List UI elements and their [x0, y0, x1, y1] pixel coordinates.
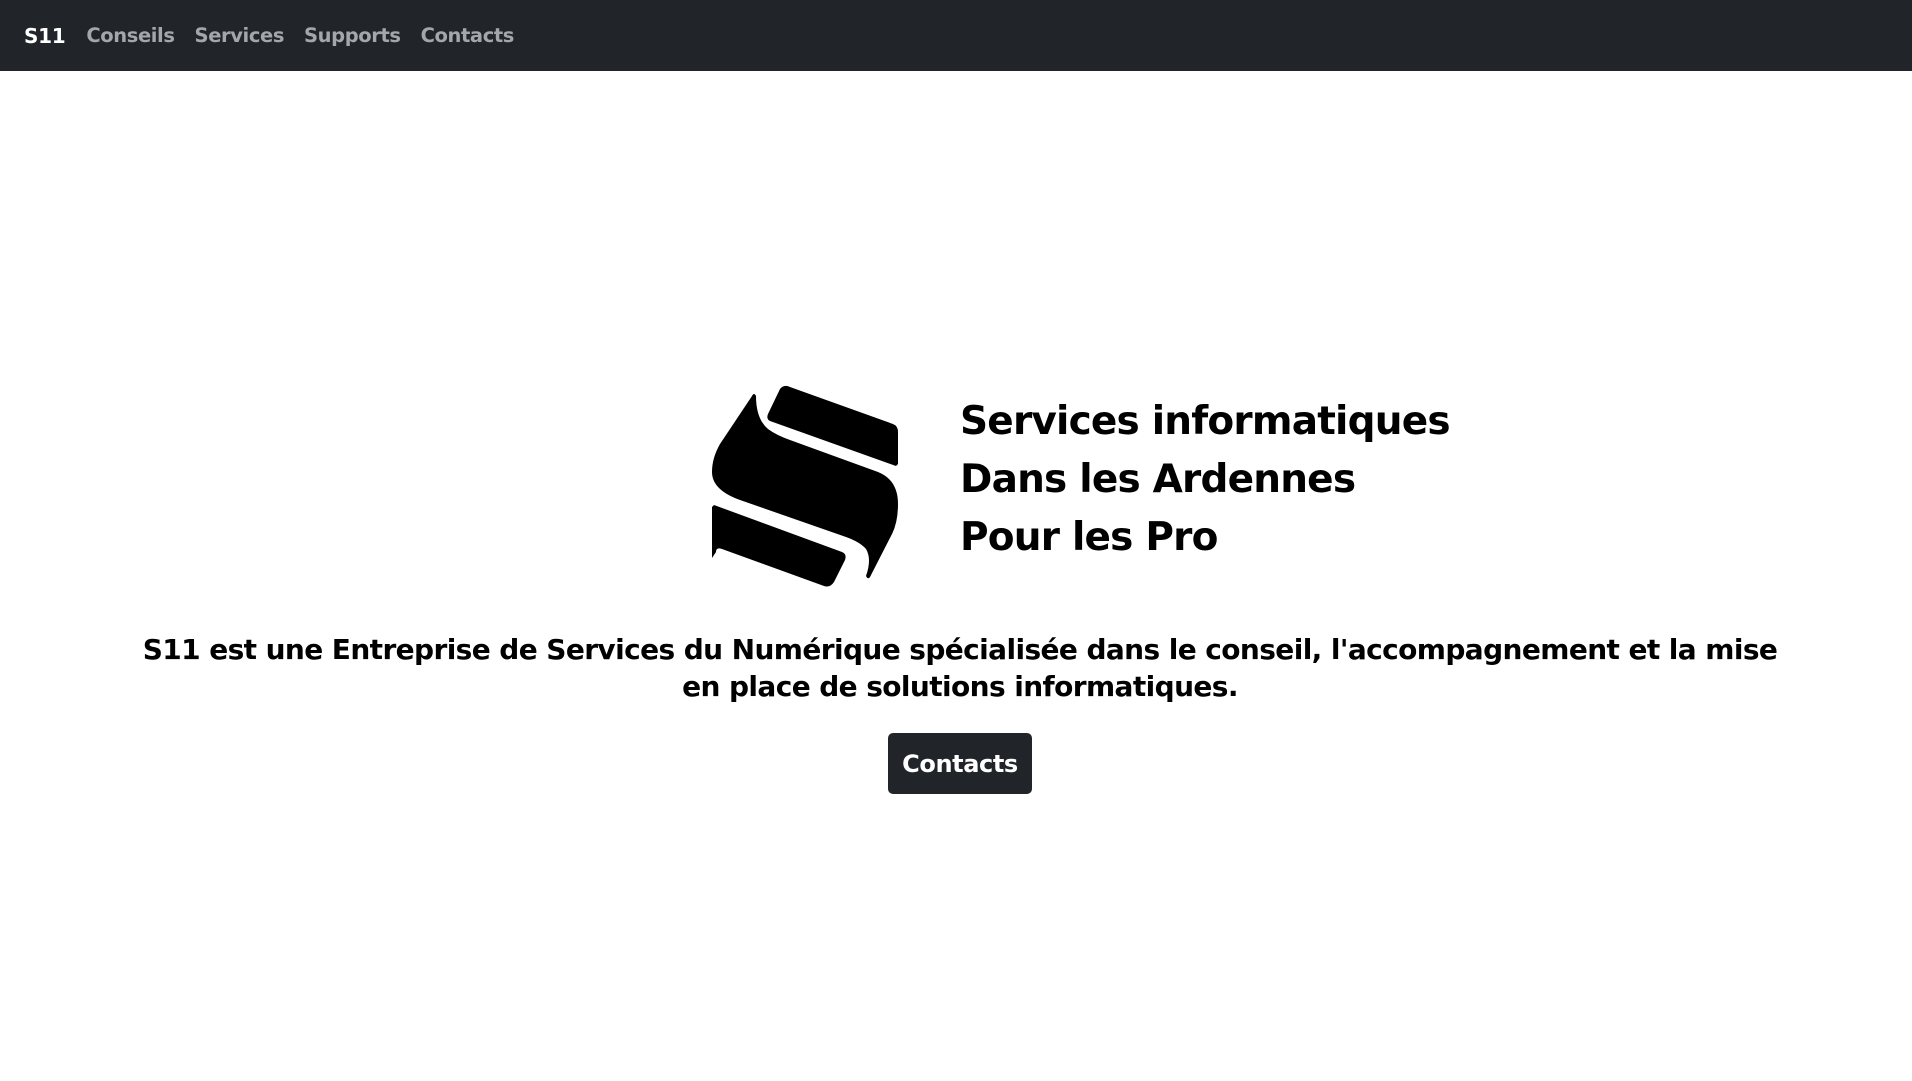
tagline-block: Services informatiques Dans les Ardennes… [960, 393, 1460, 567]
tagline-location: Dans les Ardennes [960, 457, 1356, 502]
tagline-audience: Pour les Pro [960, 515, 1218, 560]
nav-brand[interactable]: S11 [24, 24, 66, 48]
nav-link-conseils[interactable]: Conseils [86, 24, 175, 47]
company-description: S11 est une Entreprise de Services du Nu… [142, 633, 1778, 703]
hero-section: Services informatiques Dans les Ardennes… [0, 71, 1912, 1081]
tagline-services: Services informatiques [960, 399, 1451, 444]
nav-link-supports[interactable]: Supports [304, 24, 401, 47]
nav-link-contacts[interactable]: Contacts [421, 24, 515, 47]
nav-link-services[interactable]: Services [195, 24, 285, 47]
s11-logo-icon [712, 385, 898, 587]
contacts-button[interactable]: Contacts [888, 733, 1032, 794]
navbar: S11 Conseils Services Supports Contacts [0, 0, 1912, 71]
